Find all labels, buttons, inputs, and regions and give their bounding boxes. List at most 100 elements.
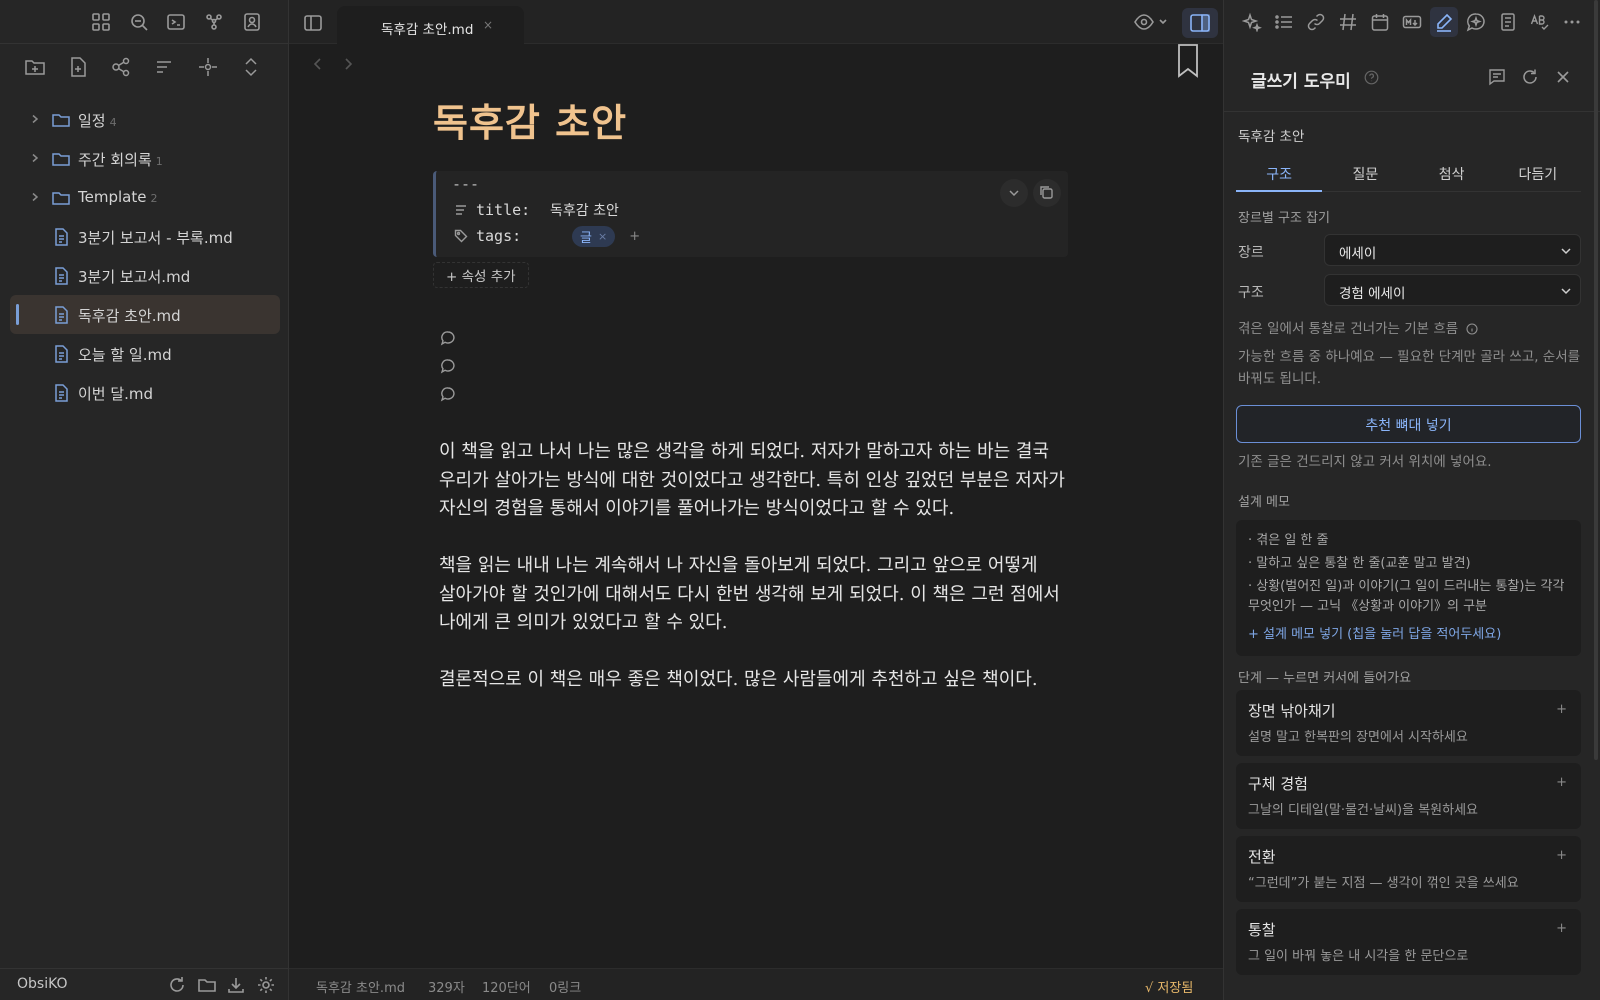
copy-icon[interactable] bbox=[1033, 179, 1061, 207]
tag-remove-button[interactable]: × bbox=[598, 230, 607, 243]
profile-icon[interactable] bbox=[242, 12, 262, 32]
property-row-title[interactable]: title: 독후감 초안 bbox=[454, 199, 619, 221]
step-title: 구체 경험 bbox=[1248, 775, 1308, 793]
step-card[interactable]: 장면 낚아채기 설명 말고 한복판의 장면에서 시작하세요 + bbox=[1236, 690, 1581, 756]
document-title[interactable]: 독후감 초안 bbox=[433, 92, 627, 147]
comment-icon[interactable] bbox=[440, 386, 456, 402]
genre-select[interactable]: 에세이 bbox=[1324, 234, 1581, 266]
step-card[interactable]: 통찰 그 일이 바꿔 놓은 내 시각을 한 문단으로 + bbox=[1236, 909, 1581, 975]
add-property-button[interactable]: + 속성 추가 bbox=[433, 262, 529, 288]
step-add-button[interactable]: + bbox=[1556, 848, 1567, 863]
step-add-button[interactable]: + bbox=[1556, 702, 1567, 717]
step-card[interactable]: 전환 “그런데”가 붙는 지점 — 생각이 꺾인 곳을 쓰세요 + bbox=[1236, 836, 1581, 902]
step-add-button[interactable]: + bbox=[1556, 775, 1567, 790]
grid-icon[interactable] bbox=[91, 12, 111, 32]
status-link-count: 0링크 bbox=[549, 981, 582, 996]
property-row-tags[interactable]: tags: 글 × + bbox=[454, 225, 640, 247]
bookmark-icon[interactable] bbox=[1176, 44, 1200, 78]
collapse-all-icon[interactable] bbox=[240, 56, 262, 78]
comment-list-icon[interactable] bbox=[1488, 68, 1506, 86]
search-icon[interactable] bbox=[129, 12, 149, 32]
structure-select[interactable]: 경험 에세이 bbox=[1324, 274, 1581, 306]
graph-view-icon[interactable] bbox=[204, 12, 224, 32]
calendar-icon[interactable] bbox=[1370, 12, 1390, 32]
paragraph[interactable]: 책을 읽는 내내 나는 계속해서 나 자신을 돌아보게 되었다. 그리고 앞으로… bbox=[439, 552, 1079, 638]
property-key-tags: tags: bbox=[476, 227, 522, 245]
spellcheck-icon[interactable] bbox=[1530, 12, 1550, 32]
add-memo-link[interactable]: + 설계 메모 넣기 (칩을 눌러 답을 적어두세요) bbox=[1248, 625, 1573, 645]
close-icon[interactable] bbox=[1554, 68, 1572, 86]
hashtag-icon[interactable] bbox=[1338, 12, 1358, 32]
refresh-icon[interactable] bbox=[167, 975, 187, 995]
tree-folder[interactable]: 주간 회의록 1 bbox=[10, 139, 280, 178]
auto-reveal-icon[interactable] bbox=[197, 56, 219, 78]
sort-icon[interactable] bbox=[153, 56, 175, 78]
vault-name[interactable]: ObsiKO bbox=[17, 976, 68, 992]
new-note-icon[interactable] bbox=[67, 56, 89, 78]
ribbon bbox=[0, 0, 289, 44]
reading-view-eye-icon[interactable] bbox=[1133, 12, 1169, 32]
properties-block[interactable]: --- title: 독후감 초안 tags: 글 × + bbox=[433, 171, 1068, 257]
file-icon bbox=[51, 305, 71, 325]
tree-file[interactable]: 3분기 보고서 - 부록.md bbox=[10, 217, 280, 256]
folder-icon[interactable] bbox=[197, 975, 217, 995]
download-icon[interactable] bbox=[226, 975, 246, 995]
comment-icon[interactable] bbox=[440, 330, 456, 346]
document-body[interactable]: 이 책을 읽고 나서 나는 많은 생각을 하게 되었다. 저자가 말하고자 하는… bbox=[439, 438, 1079, 723]
tab-close-button[interactable]: × bbox=[483, 18, 493, 32]
markdown-icon[interactable] bbox=[1402, 12, 1422, 32]
paragraph[interactable]: 이 책을 읽고 나서 나는 많은 생각을 하게 되었다. 저자가 말하고자 하는… bbox=[439, 438, 1079, 524]
refresh-icon[interactable] bbox=[1521, 68, 1539, 86]
tree-folder[interactable]: 일정 4 bbox=[10, 100, 280, 139]
terminal-icon[interactable] bbox=[166, 12, 186, 32]
pen-icon[interactable] bbox=[1430, 7, 1458, 37]
tree-item-label: 3분기 보고서.md bbox=[78, 266, 190, 287]
tree-file[interactable]: 오늘 할 일.md bbox=[10, 334, 280, 373]
chevron-right-icon[interactable] bbox=[30, 153, 40, 163]
file-tree: 일정 4 주간 회의록 1 Template 2 3분기 보고서 - 부록.md 3분기 보고… bbox=[10, 100, 280, 412]
step-add-button[interactable]: + bbox=[1556, 921, 1567, 936]
chevron-down-icon[interactable] bbox=[1000, 179, 1028, 207]
tree-file[interactable]: 독후감 초안.md bbox=[10, 295, 280, 334]
step-card[interactable]: 구체 경험 그날의 디테일(말·물건·날씨)을 복원하세요 + bbox=[1236, 763, 1581, 829]
new-folder-icon[interactable] bbox=[24, 56, 46, 78]
tree-file[interactable]: 3분기 보고서.md bbox=[10, 256, 280, 295]
step-title: 전환 bbox=[1248, 848, 1276, 866]
comment-icon[interactable] bbox=[440, 358, 456, 374]
info-icon[interactable] bbox=[1466, 323, 1479, 335]
step-title: 통찰 bbox=[1248, 921, 1276, 939]
link-icon[interactable] bbox=[1306, 12, 1326, 32]
nav-forward-icon[interactable] bbox=[340, 56, 356, 72]
chat-sparkle-icon[interactable] bbox=[1466, 12, 1486, 32]
left-sidebar: 일정 4 주간 회의록 1 Template 2 3분기 보고서 - 부록.md 3분기 보고… bbox=[0, 0, 289, 1000]
right-sidebar-toggle-icon[interactable] bbox=[1182, 8, 1218, 38]
property-value-title[interactable]: 독후감 초안 bbox=[550, 200, 619, 220]
nav-back-icon[interactable] bbox=[310, 56, 326, 72]
panel-scrollbar[interactable] bbox=[1594, 0, 1598, 760]
tab-active[interactable]: 독후감 초안.md × bbox=[337, 6, 524, 44]
tab-review[interactable]: 첨삭 bbox=[1408, 158, 1495, 192]
tree-item-name: 3분기 보고서.md bbox=[78, 268, 191, 286]
document-icon[interactable] bbox=[1498, 12, 1518, 32]
tag-add-button[interactable]: + bbox=[629, 229, 640, 244]
tab-polish[interactable]: 다듬기 bbox=[1494, 158, 1581, 192]
folder-icon bbox=[51, 188, 71, 208]
tab-questions[interactable]: 질문 bbox=[1322, 158, 1409, 192]
share-graph-icon[interactable] bbox=[110, 56, 132, 78]
vault-bar: ObsiKO bbox=[0, 968, 289, 1000]
tree-folder[interactable]: Template 2 bbox=[10, 178, 280, 217]
sparkle-icon[interactable] bbox=[1242, 12, 1262, 32]
chevron-right-icon[interactable] bbox=[30, 114, 40, 124]
left-sidebar-toggle-icon[interactable] bbox=[303, 13, 323, 33]
tag-pill[interactable]: 글 × bbox=[572, 225, 616, 247]
more-options-icon[interactable] bbox=[1562, 12, 1582, 32]
list-icon[interactable] bbox=[1274, 12, 1294, 32]
tree-file[interactable]: 이번 달.md bbox=[10, 373, 280, 412]
help-icon[interactable] bbox=[1364, 70, 1379, 85]
insert-skeleton-button[interactable]: 추천 뼈대 넣기 bbox=[1236, 405, 1581, 443]
paragraph[interactable]: 결론적으로 이 책은 매우 좋은 책이었다. 많은 사람들에게 추천하고 싶은 … bbox=[439, 666, 1079, 695]
file-icon bbox=[51, 227, 71, 247]
tab-structure[interactable]: 구조 bbox=[1236, 158, 1323, 192]
chevron-right-icon[interactable] bbox=[30, 192, 40, 202]
settings-gear-icon[interactable] bbox=[256, 975, 276, 995]
